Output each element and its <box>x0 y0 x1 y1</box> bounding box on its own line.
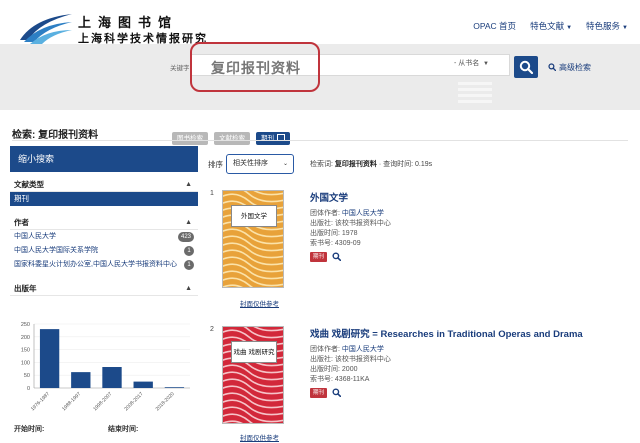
cover-note-link[interactable]: 封面仅供参考 <box>240 432 279 442</box>
page-title: 检索: 复印报刊资料 <box>12 130 99 141</box>
divider <box>12 140 628 141</box>
search-icon <box>519 60 533 74</box>
result-item: 2 戏曲 戏剧研究 封面仅供参考 戏曲 戏剧研究 = Researches in… <box>210 326 630 443</box>
end-time-label: 结束时间: <box>108 426 139 433</box>
result-number: 2 <box>210 326 214 333</box>
chart-bar[interactable] <box>164 387 185 388</box>
chart-bar[interactable] <box>102 367 122 388</box>
caret-down-icon: ▼ <box>622 25 628 31</box>
count-badge: 1 <box>184 260 194 270</box>
search-button[interactable] <box>514 56 538 78</box>
result-year: 出版时间: 2000 <box>310 366 358 373</box>
chart-y-tick: 50 <box>24 373 30 379</box>
facet-author-header[interactable]: 作者 ▲ <box>10 216 198 230</box>
chart-bar[interactable] <box>133 381 153 388</box>
chart-x-tick: 2008-2017 <box>123 391 144 412</box>
cover-title: 外国文学 <box>231 205 277 227</box>
search-icon <box>548 63 557 72</box>
start-time-label: 开始时间: <box>14 426 45 433</box>
format-button-journals[interactable]: 期刊 <box>256 132 290 145</box>
format-button-books[interactable]: 图书检索 <box>172 132 208 145</box>
collapse-up-icon: ▲ <box>185 219 192 226</box>
chart-x-tick: 2018-2020 <box>155 391 176 412</box>
facet-author-item[interactable]: 中国人民大学 423 <box>10 230 198 244</box>
chart-bar[interactable] <box>39 329 60 388</box>
nav-special-collections[interactable]: 特色文献 ▼ <box>530 20 572 32</box>
nav-opac-home[interactable]: OPAC 首页 <box>473 20 516 32</box>
search-icon[interactable] <box>332 252 341 261</box>
format-badge: 期刊 <box>310 388 328 398</box>
sort-select[interactable]: 相关性排序 ⌄ <box>226 154 294 174</box>
chart-y-tick: 200 <box>21 335 30 341</box>
chart-y-tick: 100 <box>21 360 30 366</box>
date-range-row: 开始时间: 结束时间: <box>10 424 198 434</box>
format-button-articles[interactable]: 文献检索 <box>214 132 250 145</box>
collapse-up-icon: ▲ <box>185 285 192 292</box>
search-field-select[interactable]: - 从书名 ▼ <box>454 58 489 68</box>
chart-y-tick: 0 <box>27 386 30 392</box>
result-year: 出版时间: 1978 <box>310 230 358 237</box>
result-title-link[interactable]: 戏曲 戏剧研究 = Researches in Traditional Oper… <box>310 326 583 340</box>
year-chart: 250 200 150 100 50 0 1976-1987 1988-1997 1998-20… <box>10 296 198 420</box>
caret-down-icon: ▼ <box>481 61 489 67</box>
caret-down-icon: ▼ <box>566 25 573 31</box>
nav-special-services[interactable]: 特色服务 ▼ <box>586 20 628 32</box>
logo-title: 上海图书馆 <box>78 16 179 31</box>
refine-sidebar: 缩小搜索 文献类型 ▲ 期刊 作者 ▲ 中国人民大学 423 中国人民大学国际关系学院… <box>10 146 198 443</box>
facet-year-header[interactable]: 出版年 ▲ <box>10 282 198 296</box>
wave-logo-icon <box>20 14 72 44</box>
collapse-up-icon: ▲ <box>185 181 192 188</box>
sidebar-heading: 缩小搜索 <box>10 146 198 172</box>
result-callno: 索书号: 4309-09 <box>310 240 361 247</box>
facet-author-item[interactable]: 中国人民大学国际关系学院 1 <box>10 244 198 258</box>
result-callno: 索书号: 4368-11KA <box>310 376 370 383</box>
format-badge: 期刊 <box>310 252 328 262</box>
chart-x-tick: 1976-1987 <box>30 391 51 412</box>
chart-y-tick: 250 <box>21 322 30 328</box>
result-title-link[interactable]: 外国文学 <box>310 190 348 204</box>
cover-note-link[interactable]: 封面仅供参考 <box>240 298 279 308</box>
result-item: 1 外国文学 封面仅供参考 外国文学 团体作者: 中国人民大学 出版社: 该校书… <box>210 190 630 310</box>
chart-y-tick: 150 <box>21 348 30 354</box>
chart-x-tick: 1988-1997 <box>61 391 82 412</box>
field-dropdown-shadow <box>458 82 492 108</box>
result-number: 1 <box>210 190 214 197</box>
result-author: 团体作者: 中国人民大学 <box>310 210 384 217</box>
result-publisher: 出版社: 该校书报资料中心 <box>310 356 391 363</box>
search-band: 关键字 复印报刊资料 - 从书名 ▼ 高级检索 图书检索 文献检索 期刊 <box>0 44 640 145</box>
facet-author-item[interactable]: 国家科委星火计划办公室,中国人民大学书报资料中心 1 <box>10 258 198 272</box>
search-scope-select[interactable]: 关键字 <box>170 62 190 72</box>
facet-doctype-selected[interactable]: 期刊 <box>10 192 198 206</box>
author-link[interactable]: 中国人民大学 <box>342 210 384 217</box>
chart-x-tick: 1998-2007 <box>92 391 113 412</box>
query-info: 检索词: 复印报刊资料 · 查询时间: 0.19s <box>310 161 433 168</box>
top-navigation: OPAC 首页 特色文献 ▼ 特色服务 ▼ <box>473 20 628 32</box>
year-bar-chart: 250 200 150 100 50 01976-1987 1988-1997 1998-20… <box>21 322 190 412</box>
count-badge: 423 <box>177 232 194 242</box>
cover-image[interactable]: 外国文学 <box>222 190 284 288</box>
annotation-highlight <box>190 42 320 92</box>
author-link[interactable]: 中国人民大学 <box>342 346 384 353</box>
advanced-search-link[interactable]: 高级检索 <box>548 62 591 73</box>
result-publisher: 出版社: 该校书报资料中心 <box>310 220 391 227</box>
search-icon[interactable] <box>332 388 341 397</box>
cover-title: 戏曲 戏剧研究 <box>231 341 277 363</box>
sort-label: 排序 <box>208 160 223 169</box>
chevron-down-icon: ⌄ <box>282 161 288 167</box>
result-author: 团体作者: 中国人民大学 <box>310 346 384 353</box>
library-logo[interactable]: 上海图书馆 上海科学技术情报研究所 <box>18 10 208 61</box>
count-badge: 1 <box>184 246 194 256</box>
cover-image[interactable]: 戏曲 戏剧研究 <box>222 326 284 424</box>
format-button-group: 图书检索 文献检索 期刊 <box>172 132 290 145</box>
chart-bar[interactable] <box>71 372 91 388</box>
facet-doctype-header[interactable]: 文献类型 ▲ <box>10 178 198 192</box>
